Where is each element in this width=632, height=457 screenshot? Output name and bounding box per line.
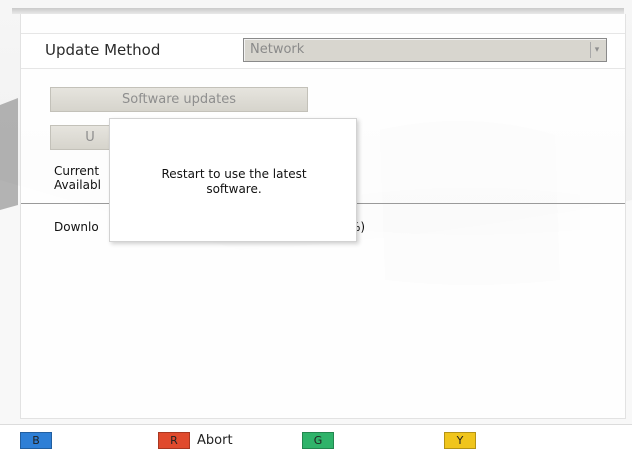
restart-message-line-1: Restart to use the latest [161,167,307,181]
green-key-button[interactable]: G [302,432,334,449]
red-key-button[interactable]: R [158,432,190,449]
restart-message-line-2: software. [206,182,262,196]
update-screen: Update Method Network ▾ Software updates… [0,0,632,457]
update-method-row: Update Method Network ▾ [21,33,625,69]
blue-key-button[interactable]: B [20,432,52,449]
software-updates-button[interactable]: Software updates [50,87,308,112]
download-progress-label: Downlo [54,220,99,234]
update-method-label: Update Method [45,41,161,59]
yellow-key-button[interactable]: Y [444,432,476,449]
restart-dialog: Restart to use the latest software. [109,118,357,242]
restart-message: Restart to use the latest software. [110,167,358,197]
chevron-down-icon: ▾ [590,42,603,58]
available-version-label: Availabl [54,178,101,192]
abort-label: Abort [197,433,233,448]
update-method-select[interactable]: Network ▾ [243,38,607,62]
update-method-value: Network [250,42,305,57]
current-version-label: Current [54,164,100,178]
color-key-bar: B R Abort G Y [0,424,632,457]
